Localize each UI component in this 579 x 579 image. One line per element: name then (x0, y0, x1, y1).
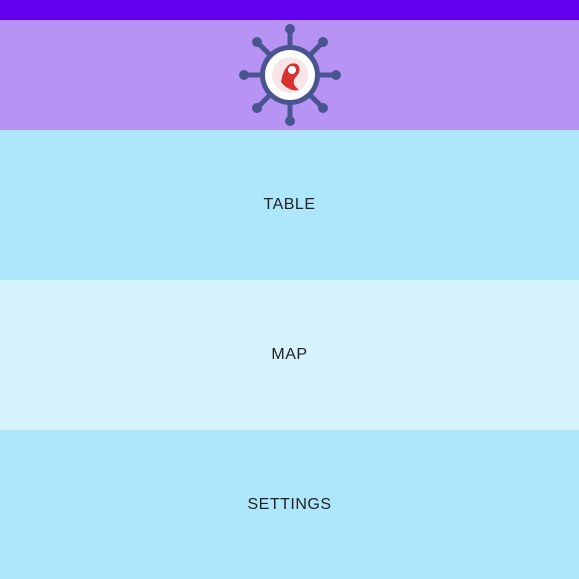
menu-item-label: MAP (271, 346, 308, 363)
menu-item-map[interactable]: MAP (0, 280, 579, 430)
menu-item-settings[interactable]: SETTINGS (0, 430, 579, 579)
menu-item-table[interactable]: TABLE (0, 130, 579, 280)
app-header (0, 20, 579, 130)
status-bar (0, 0, 579, 20)
menu-item-label: TABLE (263, 196, 316, 213)
ship-wheel-logo-icon (238, 24, 341, 126)
menu-item-label: SETTINGS (247, 495, 332, 513)
main-menu: TABLE MAP SETTINGS (0, 130, 579, 579)
